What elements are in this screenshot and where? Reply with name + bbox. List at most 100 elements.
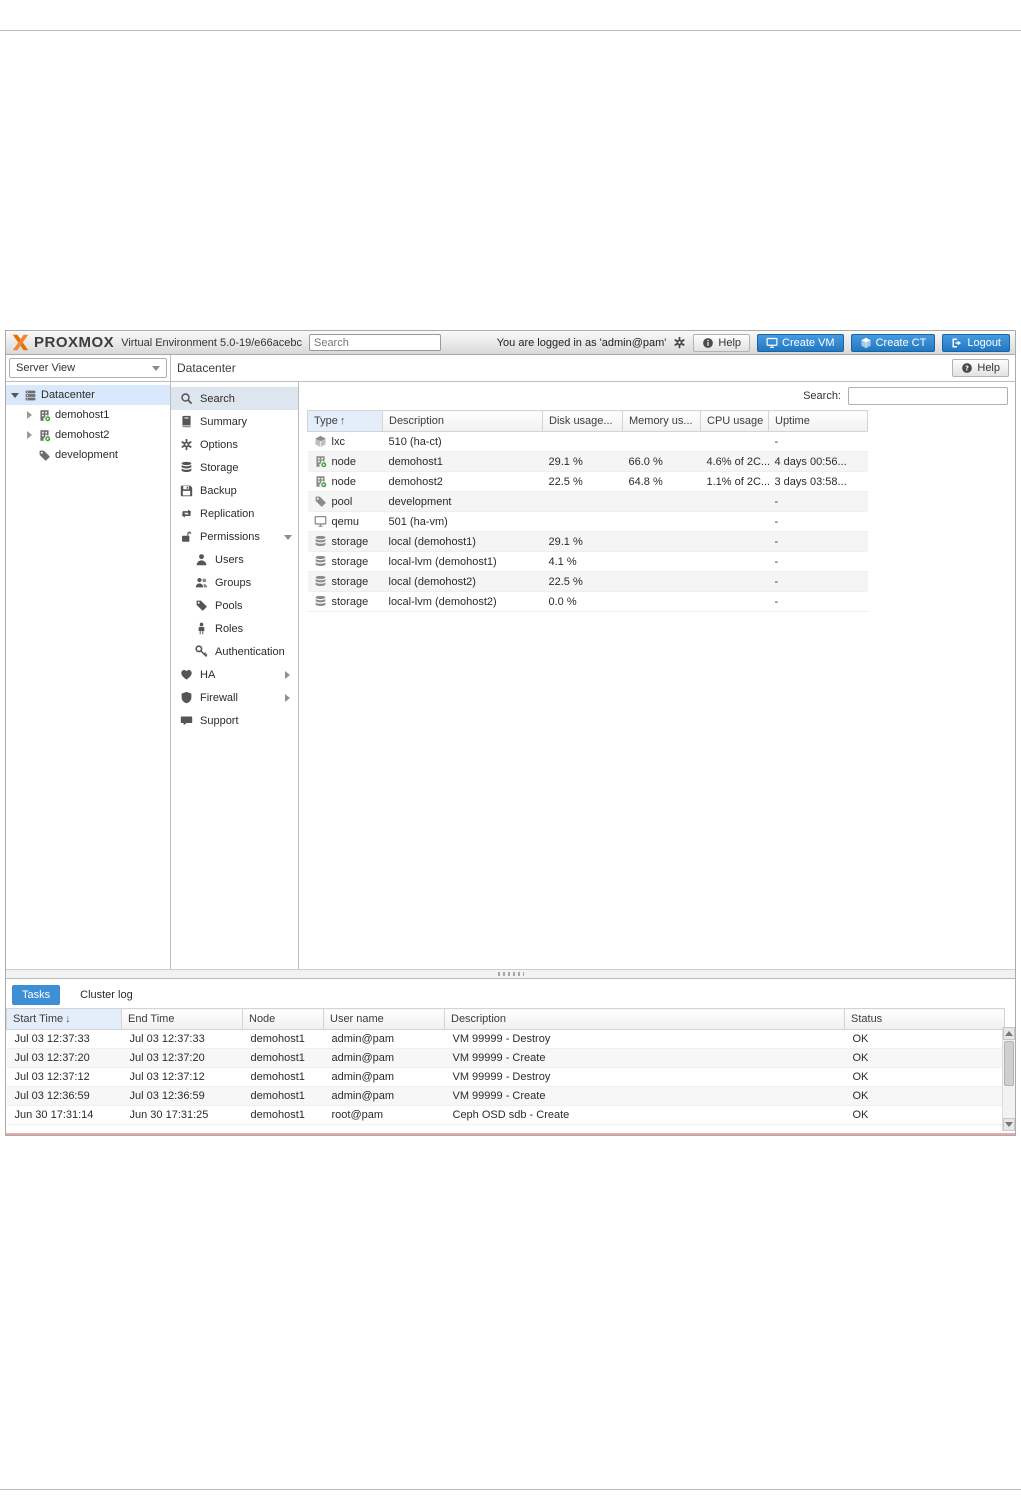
column-header-uptime[interactable]: Uptime (768, 410, 868, 432)
resource-row-501-ha-vm[interactable]: qemu 501 (ha-vm) - (307, 511, 868, 532)
info-icon (702, 337, 714, 349)
nav-item-support[interactable]: Support (171, 709, 298, 732)
tree-item-demohost2[interactable]: demohost2 (6, 425, 170, 445)
nav-item-firewall[interactable]: Firewall (171, 686, 298, 709)
resource-row-local-demohost2[interactable]: storage local (demohost2) 22.5 % - (307, 571, 868, 592)
main-area: Server View Datacenter demohost1 demohos… (6, 355, 1015, 969)
gear-icon[interactable] (673, 336, 686, 349)
column-header-description[interactable]: Description (382, 410, 543, 432)
nav-item-roles[interactable]: Roles (171, 617, 298, 640)
column-header-end-time[interactable]: End Time (121, 1008, 243, 1030)
page-bottom-rule (0, 1489, 1021, 1490)
resource-row-local-lvm-demohost2[interactable]: storage local-lvm (demohost2) 0.0 % - (307, 591, 868, 612)
horizontal-splitter[interactable] (6, 969, 1015, 978)
view-selector[interactable]: Server View (9, 358, 167, 378)
datacenter-panel: Datacenter ? Help Search Summary Options… (171, 355, 1015, 969)
panel-help-button[interactable]: ? Help (952, 359, 1009, 377)
column-header-cpu-usage[interactable]: CPU usage (700, 410, 769, 432)
scroll-down-button[interactable] (1003, 1118, 1015, 1131)
svg-text:?: ? (965, 364, 969, 372)
logout-icon (951, 337, 963, 349)
tasks-tab-bar: Tasks Cluster log (6, 979, 1015, 1008)
help-button[interactable]: Help (693, 333, 751, 352)
create-ct-button[interactable]: Create CT (850, 333, 936, 352)
nav-item-backup[interactable]: Backup (171, 479, 298, 502)
support-icon (180, 714, 193, 727)
tab-cluster-log[interactable]: Cluster log (70, 985, 143, 1005)
proxmox-x-icon (11, 334, 30, 351)
column-header-start-time[interactable]: Start Time ↓ (6, 1008, 122, 1030)
scroll-up-button[interactable] (1003, 1027, 1015, 1040)
nav-item-options[interactable]: Options (171, 433, 298, 456)
expander-icon[interactable] (24, 431, 34, 439)
column-header-memory-usage[interactable]: Memory us... (622, 410, 701, 432)
node-icon (38, 429, 51, 442)
task-row[interactable]: Jun 30 17:31:14 Jun 30 17:31:25 demohost… (6, 1105, 1005, 1125)
backup-icon (180, 484, 193, 497)
column-header-node[interactable]: Node (242, 1008, 324, 1030)
groups-icon (195, 576, 208, 589)
scrollbar-track[interactable] (1003, 1040, 1015, 1118)
proxmox-app-window: PROXMOX Virtual Environment 5.0-19/e66ac… (5, 330, 1016, 1136)
nav-item-groups[interactable]: Groups (171, 571, 298, 594)
nav-item-storage[interactable]: Storage (171, 456, 298, 479)
scrollbar-thumb[interactable] (1004, 1041, 1014, 1086)
key-icon (195, 645, 208, 658)
datacenter-icon (24, 389, 37, 402)
proxmox-logo: PROXMOX (11, 334, 114, 351)
book-icon (180, 415, 193, 428)
search-label: Search: (803, 390, 841, 402)
column-header-disk-usage[interactable]: Disk usage... (542, 410, 623, 432)
replication-icon (180, 507, 193, 520)
tree-item-datacenter[interactable]: Datacenter (6, 385, 170, 405)
task-row[interactable]: Jul 03 12:37:12 Jul 03 12:37:12 demohost… (6, 1067, 1005, 1087)
cube-icon (860, 337, 872, 349)
create-vm-button[interactable]: Create VM (757, 333, 844, 352)
resource-search-input[interactable] (848, 387, 1008, 405)
resource-table-header: Type ↑ Description Disk usage... Memory u… (307, 410, 868, 432)
resource-row-demohost2[interactable]: node demohost2 22.5 % 64.8 % 1.1% of 2C.… (307, 471, 868, 492)
resource-row-local-demohost1[interactable]: storage local (demohost1) 29.1 % - (307, 531, 868, 552)
column-header-status[interactable]: Status (844, 1008, 1005, 1030)
sort-ascending-icon: ↑ (339, 415, 346, 427)
nav-item-pools[interactable]: Pools (171, 594, 298, 617)
lxc-icon (314, 435, 327, 448)
tasks-table: Start Time ↓ End Time Node User name Desc… (6, 1008, 1005, 1125)
splitter-grip-icon[interactable] (497, 972, 524, 976)
pool-icon (314, 495, 327, 508)
column-header-type[interactable]: Type ↑ (307, 410, 383, 432)
resource-row-local-lvm-demohost1[interactable]: storage local-lvm (demohost1) 4.1 % - (307, 551, 868, 572)
tasks-scrollbar[interactable] (1002, 1027, 1015, 1131)
search-content: Search: Type ↑ Description Disk usage... … (299, 382, 1015, 969)
resource-table: Type ↑ Description Disk usage... Memory u… (307, 410, 868, 612)
nav-item-replication[interactable]: Replication (171, 502, 298, 525)
resource-row-510-ha-ct[interactable]: lxc 510 (ha-ct) - (307, 431, 868, 452)
task-row[interactable]: Jul 03 12:37:20 Jul 03 12:37:20 demohost… (6, 1048, 1005, 1068)
global-search-input[interactable] (308, 334, 441, 351)
storage-icon (314, 555, 327, 568)
datacenter-nav-menu: Search Summary Options Storage Backup Re… (171, 382, 299, 969)
nav-item-ha[interactable]: HA (171, 663, 298, 686)
nav-item-search[interactable]: Search (171, 387, 298, 410)
tree-item-demohost1[interactable]: demohost1 (6, 405, 170, 425)
tab-tasks[interactable]: Tasks (12, 985, 61, 1005)
expander-icon[interactable] (10, 393, 20, 398)
resource-row-demohost1[interactable]: node demohost1 29.1 % 66.0 % 4.6% of 2C.… (307, 451, 868, 472)
ha-icon (180, 668, 193, 681)
logout-button[interactable]: Logout (942, 333, 1010, 352)
nav-item-summary[interactable]: Summary (171, 410, 298, 433)
task-row[interactable]: Jul 03 12:37:33 Jul 03 12:37:33 demohost… (6, 1029, 1005, 1049)
permissions-icon (180, 530, 193, 543)
nav-item-permissions[interactable]: Permissions (171, 525, 298, 548)
search-toolbar: Search: (299, 382, 1015, 410)
nav-item-users[interactable]: Users (171, 548, 298, 571)
nav-item-authentication[interactable]: Authentication (171, 640, 298, 663)
gear-icon (180, 438, 193, 451)
column-header-user-name[interactable]: User name (323, 1008, 445, 1030)
question-icon: ? (961, 362, 973, 374)
column-header-description[interactable]: Description (444, 1008, 845, 1030)
task-row[interactable]: Jul 03 12:36:59 Jul 03 12:36:59 demohost… (6, 1086, 1005, 1106)
tree-item-development[interactable]: development (6, 445, 170, 465)
resource-row-development[interactable]: pool development - (307, 491, 868, 512)
expander-icon[interactable] (24, 411, 34, 419)
